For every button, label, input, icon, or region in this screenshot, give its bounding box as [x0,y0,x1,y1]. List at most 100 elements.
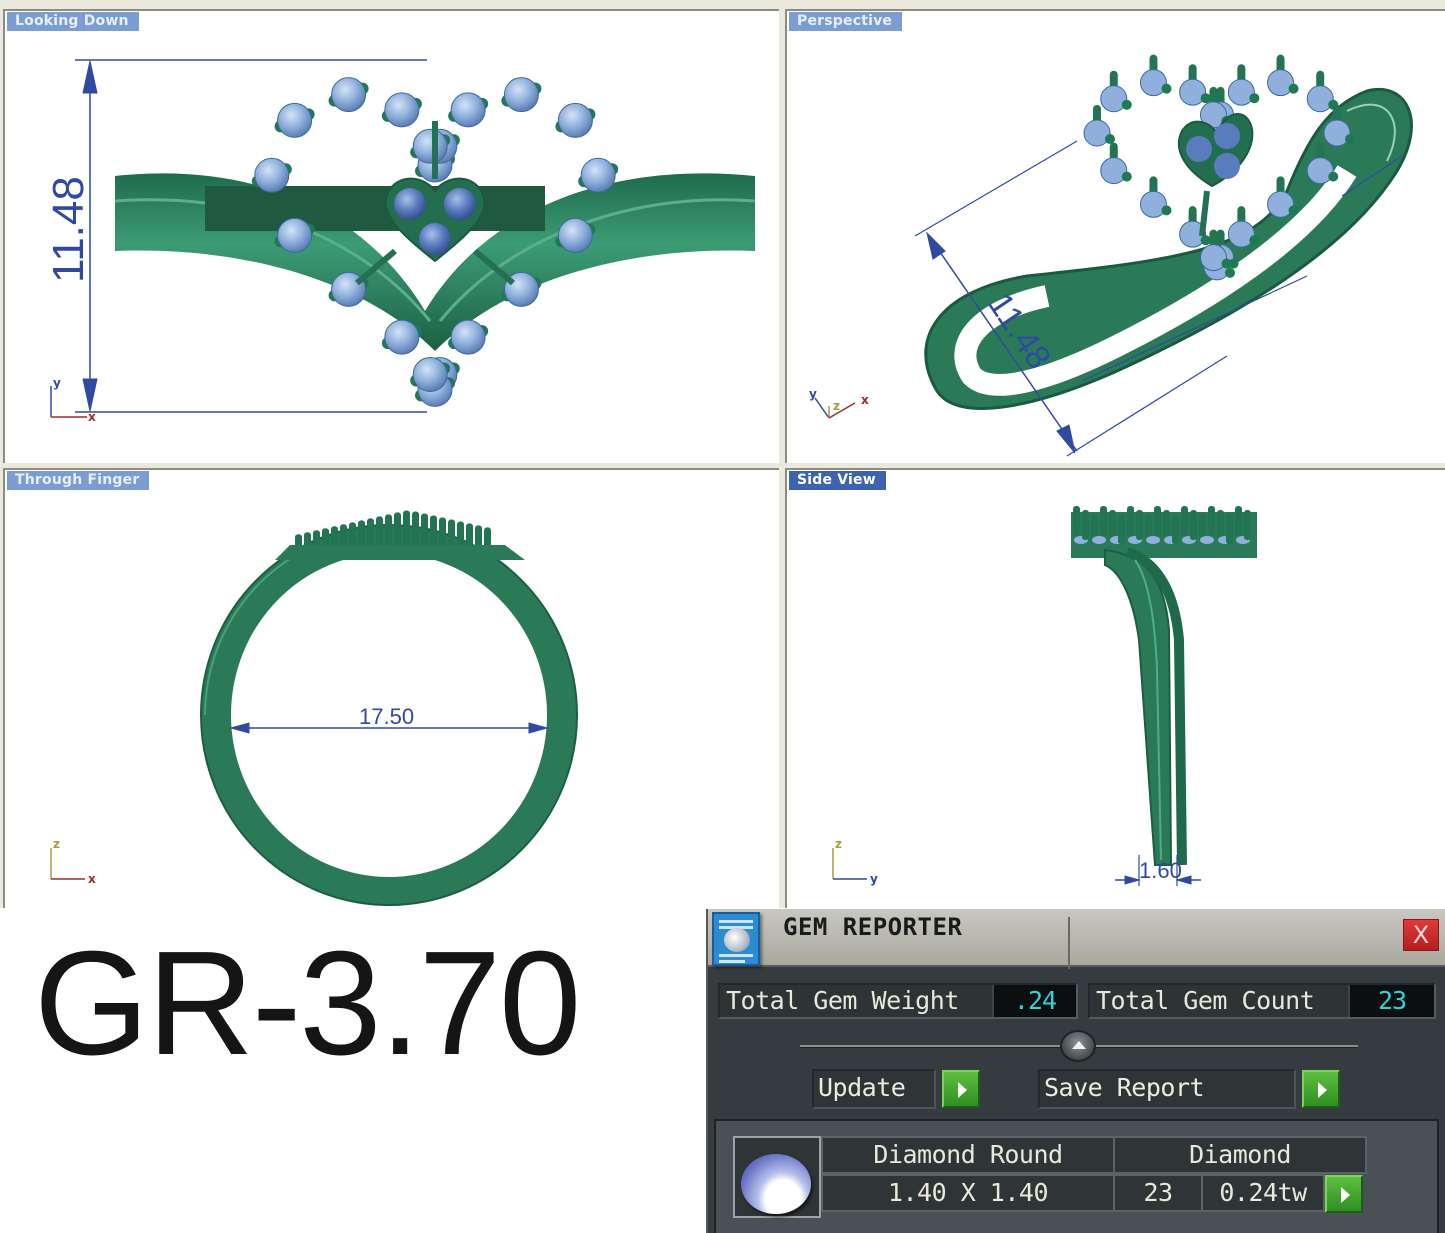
gem-stone [254,157,290,193]
total-gem-count-label: Total Gem Count [1096,986,1315,1015]
dimension-label-diameter: 17.50 [359,704,414,729]
screenshot-canvas: Looking Down 11.48 y x Perspective 11.48… [0,0,1445,1233]
prong [1200,235,1211,246]
gem-row-go-arrow-icon[interactable] [1325,1175,1363,1213]
gem-stone [412,357,448,393]
svg-text:z: z [835,837,842,851]
gem-material-cell: Diamond [1113,1136,1367,1174]
svg-text:z: z [833,399,840,413]
prong [1217,510,1224,540]
gem-stone [384,92,420,128]
gem-stone [450,92,486,128]
total-gem-weight-field: Total Gem Weight .24 [718,983,1078,1019]
prong [1328,171,1339,182]
prong [1345,134,1355,144]
prong [1288,83,1299,94]
gem-stone [557,217,593,253]
viewport-through-finger[interactable]: Through Finger 17.50 z x [3,468,779,908]
gem-shape-cell: Diamond Round [821,1136,1115,1174]
viewport-looking-down[interactable]: Looking Down 11.48 y x [3,9,779,463]
update-label: Update [818,1073,906,1102]
gem-stone [277,102,313,138]
gem-list: Diamond Round Diamond 1.40 X 1.40 23 0.2… [714,1119,1439,1233]
gem-reporter-titlebar[interactable]: GEM REPORTER X [708,909,1445,969]
prong [1221,258,1232,269]
update-go-arrow-icon[interactable] [942,1070,980,1108]
dimension-label-thickness: 1.60 [1139,858,1182,883]
dimension-label-height: 11.48 [44,176,93,283]
gem-stone [1146,536,1160,544]
prong [1154,506,1161,536]
axis-indicator: z y [832,837,878,886]
prong [1161,205,1172,216]
prong [1136,510,1143,540]
gem-stone [503,77,539,113]
prong [1073,506,1080,536]
prong [1249,93,1260,104]
prong [1161,83,1172,94]
svg-text:x: x [88,410,96,424]
gem-stone [1200,536,1214,544]
prong [1121,99,1132,110]
svg-text:x: x [861,393,869,407]
prong [1244,510,1251,540]
prong [1190,510,1197,540]
svg-text:y: y [53,376,61,390]
prong [1100,506,1107,536]
gem-weight-cell: 0.24tw [1201,1174,1325,1212]
prong [1200,93,1211,104]
close-button[interactable]: X [1403,919,1439,951]
gem-reporter-title: GEM REPORTER [783,913,963,941]
prong [1121,171,1132,182]
gem-stone [450,319,486,355]
total-gem-count-field: Total Gem Count 23 [1088,983,1436,1019]
prong [1082,510,1089,540]
collapse-toggle-button[interactable] [1060,1030,1096,1062]
update-button[interactable]: Update [812,1069,936,1109]
total-gem-count-value: 23 [1348,985,1434,1017]
prong [1181,506,1188,536]
round-diamond-icon [741,1154,811,1214]
svg-text:z: z [53,837,60,851]
viewport-side-view[interactable]: Side View 1.60 z y [785,468,1445,908]
prong [1235,506,1242,536]
total-gem-weight-value: .24 [992,985,1076,1017]
gem-thumbnail[interactable] [733,1136,821,1218]
total-gem-weight-label: Total Gem Weight [726,986,959,1015]
prong [1118,514,1125,544]
prong [1208,506,1215,536]
prong [1172,514,1179,544]
save-report-button[interactable]: Save Report [1038,1069,1296,1109]
axis-indicator: y z x [809,387,869,419]
prong [1163,510,1170,540]
save-report-label: Save Report [1044,1073,1205,1102]
gem-stone [557,102,593,138]
model-code: GR-3.70 [34,921,581,1086]
prong [1225,267,1235,278]
gem-stone [1092,536,1106,544]
prong [1109,510,1116,540]
setting-base [275,545,525,560]
ring-front-view: 17.50 z x [50,510,578,906]
gem-reporter-panel: GEM REPORTER X Total Gem Weight .24 Tota… [706,909,1445,1233]
svg-text:x: x [88,872,96,886]
gem-size-cell: 1.40 X 1.40 [821,1174,1115,1212]
prong [1288,205,1299,216]
ring-top-view: 11.48 y x [44,59,756,424]
viewport-perspective[interactable]: Perspective 11.48 y z x [785,9,1445,463]
gem-stone [412,128,448,164]
prong [1105,134,1115,144]
svg-text:y: y [809,387,817,401]
ring-perspective-view: 11.48 y z x [809,54,1413,457]
ring-side-view: 1.60 z y [832,506,1257,886]
save-report-go-arrow-icon[interactable] [1302,1070,1340,1108]
prong [1226,514,1233,544]
axis-indicator: z x [50,837,96,886]
svg-text:y: y [870,872,878,886]
prong [1249,235,1260,246]
gem-count-cell: 23 [1113,1174,1203,1212]
gem-reporter-logo-icon [712,912,760,966]
viewport-grid: Looking Down 11.48 y x Perspective 11.48… [0,0,1445,908]
title-divider [1068,917,1070,969]
gem-stone [580,157,616,193]
